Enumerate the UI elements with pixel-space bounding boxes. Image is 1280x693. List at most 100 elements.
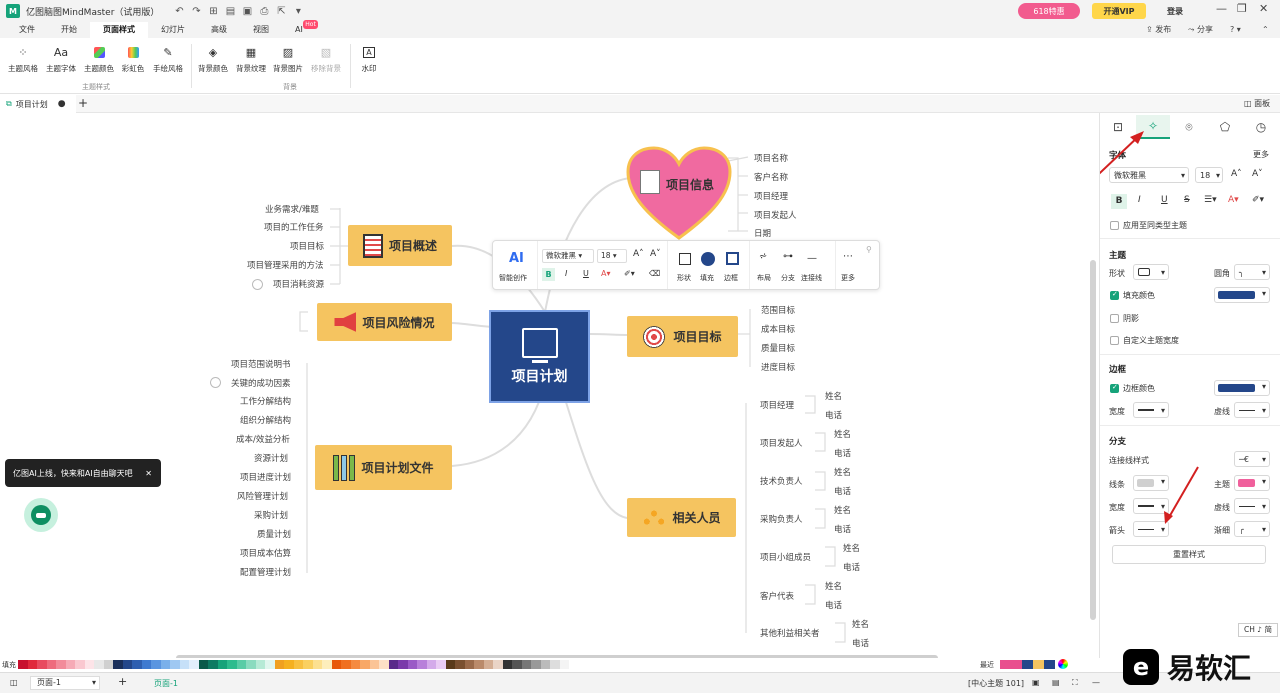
underline-button[interactable]: U [583, 269, 589, 278]
remove-bg-button[interactable]: ▧ 移除背景 [309, 44, 343, 78]
palette-swatch[interactable] [360, 660, 370, 669]
palette-swatch[interactable] [208, 660, 218, 669]
reset-style-button[interactable]: 重置样式 [1112, 545, 1266, 564]
bg-texture-button[interactable]: ▦ 背景纹理 [234, 44, 268, 78]
menu-view[interactable]: 视图 [240, 22, 282, 38]
share-button[interactable]: ⤳ 分享 [1188, 22, 1213, 38]
minimize-icon[interactable]: — [1216, 2, 1227, 15]
palette-swatch[interactable] [236, 660, 246, 669]
palette-swatch[interactable] [284, 660, 294, 669]
tab-history[interactable]: ◷ [1244, 115, 1278, 139]
ime-indicator[interactable]: CH ♪ 简 [1238, 623, 1278, 637]
branch-width-select[interactable]: ▾ [1133, 498, 1169, 514]
border-color-picker[interactable]: ▾ [1214, 380, 1270, 396]
zoom-fit-icon[interactable]: ⛶ [1072, 678, 1078, 688]
connector-style-select[interactable]: ─€ ▾ [1234, 451, 1270, 467]
leaf-cost-goal[interactable]: 成本目标 [761, 323, 795, 335]
role-team-phone[interactable]: 电话 [843, 561, 860, 573]
publish-button[interactable]: ⇪ 发布 [1146, 22, 1171, 38]
palette-swatch[interactable] [94, 660, 104, 669]
role-pm[interactable]: 项目经理 [760, 399, 794, 411]
strikethrough-toggle[interactable]: S [1184, 195, 1190, 205]
page-tab[interactable]: 页面-1 [154, 678, 178, 689]
taper-select[interactable]: ╭ ▾ [1234, 521, 1270, 537]
palette-swatch[interactable] [37, 660, 47, 669]
palette-swatch[interactable] [217, 660, 227, 669]
palette-swatch[interactable] [198, 660, 208, 669]
palette-swatch[interactable] [559, 660, 569, 669]
vertical-scrollbar[interactable] [1090, 260, 1096, 620]
highlight-icon[interactable]: ✐▾ [624, 269, 635, 278]
recent-swatch[interactable] [1022, 660, 1033, 669]
role-stakeholder-name[interactable]: 姓名 [852, 618, 869, 630]
custom-width-checkbox[interactable] [1110, 336, 1119, 345]
leaf-project-name[interactable]: 项目名称 [754, 152, 788, 164]
shape-icon[interactable] [679, 253, 691, 265]
palette-swatch[interactable] [407, 660, 417, 669]
role-tech-name[interactable]: 姓名 [834, 466, 851, 478]
close-icon[interactable]: ✕ [145, 469, 152, 478]
print-icon[interactable]: ⎙ [258, 6, 270, 17]
collapse-ribbon-icon[interactable]: ⌃ [1262, 22, 1269, 38]
branch-icon[interactable]: ⊶ [783, 251, 793, 262]
palette-swatch[interactable] [132, 660, 142, 669]
palette-swatch[interactable] [388, 660, 398, 669]
save-icon[interactable]: ▣ [241, 6, 253, 17]
role-team-name[interactable]: 姓名 [843, 542, 860, 554]
palette-swatch[interactable] [170, 660, 180, 669]
font-more-link[interactable]: 更多 [1253, 149, 1269, 160]
pin-icon[interactable]: ⚲ [866, 245, 872, 254]
tab-page-format[interactable]: ⊡ [1101, 115, 1135, 139]
border-color-checkbox[interactable] [1110, 383, 1119, 393]
grow-font-icon[interactable]: A˄ [633, 249, 644, 259]
border-icon[interactable] [726, 252, 739, 265]
role-pm-name[interactable]: 姓名 [825, 390, 842, 402]
corner-select[interactable]: ╮ ▾ [1234, 264, 1270, 280]
help-button[interactable]: ? ▾ [1230, 22, 1241, 38]
palette-swatch[interactable] [189, 660, 199, 669]
palette-swatch[interactable] [265, 660, 275, 669]
font-color-icon[interactable]: A▾ [1228, 195, 1239, 205]
leaf-management-method[interactable]: 项目管理采用的方法 [247, 259, 324, 271]
palette-swatch[interactable] [65, 660, 75, 669]
menu-file[interactable]: 文件 [6, 22, 48, 38]
role-client-rep[interactable]: 客户代表 [760, 590, 794, 602]
palette-swatch[interactable] [75, 660, 85, 669]
bold-button[interactable]: B [542, 268, 555, 281]
color-wheel-icon[interactable] [1058, 659, 1068, 669]
palette-swatch[interactable] [179, 660, 189, 669]
zoom-out-icon[interactable]: — [1092, 678, 1100, 687]
palette-swatch[interactable] [160, 660, 170, 669]
role-purchasing-name[interactable]: 姓名 [834, 504, 851, 516]
undo-icon[interactable]: ↶ [173, 6, 185, 17]
palette-swatch[interactable] [350, 660, 360, 669]
leaf-client-name[interactable]: 客户名称 [754, 171, 788, 183]
page-select[interactable]: 页面-1 ▾ [30, 676, 100, 690]
leaf-scope-goal[interactable]: 范围目标 [761, 304, 795, 316]
leaf-doc-3[interactable]: 工作分解结构 [240, 395, 291, 407]
palette-swatch[interactable] [56, 660, 66, 669]
palette-swatch[interactable] [322, 660, 332, 669]
palette-swatch[interactable] [436, 660, 446, 669]
promo-badge[interactable]: 618特惠 [1018, 3, 1080, 19]
leaf-doc-5[interactable]: 成本/效益分析 [236, 433, 290, 445]
palette-recent-swatches[interactable] [1000, 660, 1055, 669]
palette-swatch[interactable] [331, 660, 341, 669]
recent-swatch[interactable] [1000, 660, 1011, 669]
add-page-icon[interactable]: + [118, 675, 127, 688]
more-icon[interactable]: ▾ [292, 6, 304, 17]
palette-swatch[interactable] [379, 660, 389, 669]
leaf-doc-2[interactable]: 关键的成功因素 [231, 377, 291, 389]
palette-swatch[interactable] [369, 660, 379, 669]
highlight-icon[interactable]: ✐▾ [1252, 195, 1264, 205]
border-dash-select[interactable]: ▾ [1234, 402, 1270, 418]
add-tab-icon[interactable]: + [78, 96, 88, 110]
recent-swatch[interactable] [1044, 660, 1055, 669]
line-color-picker[interactable]: ▾ [1133, 475, 1169, 491]
leaf-project-sponsor[interactable]: 项目发起人 [754, 209, 797, 221]
role-tech-phone[interactable]: 电话 [834, 485, 851, 497]
palette-swatch[interactable] [18, 660, 28, 669]
fill-color-checkbox[interactable] [1110, 290, 1119, 300]
topic-project-info[interactable]: 项目信息 [626, 146, 732, 241]
palette-swatch[interactable] [227, 660, 237, 669]
